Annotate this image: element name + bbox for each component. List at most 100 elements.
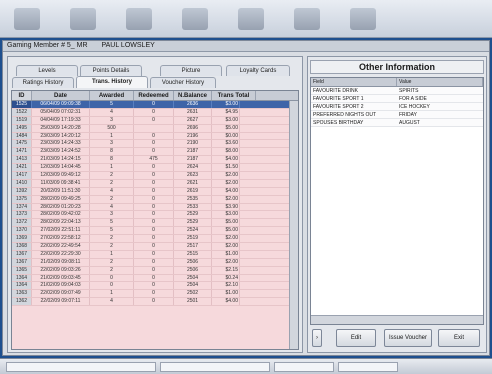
cell-date: 28/02/09 01:20:23 (32, 203, 90, 211)
cell-balance: 2504 (174, 282, 212, 290)
col-id[interactable]: ID (12, 91, 32, 100)
cell-id: 1484 (12, 132, 32, 140)
col-redeemed[interactable]: Redeemed (134, 91, 174, 100)
cell-redeemed: 0 (134, 172, 174, 179)
cell-date: 22/02/09 09:07:11 (32, 298, 90, 306)
cell-trans-total: $1.00 (212, 290, 240, 298)
cell-redeemed: 0 (134, 243, 174, 250)
other-info-horizontal-scrollbar[interactable] (311, 315, 483, 324)
cell-awarded: 4 (90, 298, 134, 306)
trans-history-grid[interactable]: ID Date Awarded Redeemed N.Balance Trans… (11, 90, 299, 350)
table-row[interactable]: 1471 23/03/09 14:24:52 8 0 2187 $8.00 (12, 148, 298, 157)
cell-redeemed: 0 (134, 235, 174, 243)
other-info-body: FAVOURITE DRINK SPIRITS FAVOURITE SPORT 1F… (311, 87, 483, 127)
list-item[interactable]: FAVOURITE SPORT 1 FOR A SIDE (311, 95, 483, 103)
table-row[interactable]: 1413 21/03/09 14:24:15 8 475 2187 $4.00 (12, 156, 298, 165)
tab-points-details[interactable]: Points Details (80, 65, 142, 76)
tab-trans-history[interactable]: Trans. History (76, 76, 148, 88)
toolbar-building-icon[interactable] (350, 7, 376, 30)
edit-button[interactable]: Edit (336, 329, 376, 347)
toolbar-hand-icon[interactable] (126, 7, 152, 30)
cell-awarded: 2 (90, 258, 134, 266)
cell-balance: 2187 (174, 156, 212, 164)
table-row[interactable]: 1392 20/02/09 11:51:30 4 0 2619 $4.00 (12, 187, 298, 196)
table-row[interactable]: 1417 12/03/09 09:49:12 2 0 2623 $2.00 (12, 172, 298, 180)
cell-trans-total: $3.60 (212, 140, 240, 148)
cell-redeemed: 0 (134, 132, 174, 140)
cell-trans-total: $2.10 (212, 282, 240, 290)
list-item[interactable]: SPOUSES BIRTHDAY AUGUST (311, 119, 483, 127)
table-row[interactable]: 1364 21/02/09 09:03:45 0 0 2504 $0.24 (12, 274, 298, 283)
table-row[interactable]: 1367 22/02/09 22:29:30 1 0 2515 $1.00 (12, 250, 298, 259)
table-row[interactable]: 1362 22/02/09 09:07:11 4 0 2501 $4.00 (12, 298, 298, 307)
table-row[interactable]: 1363 22/02/09 09:07:49 1 0 2502 $1.00 (12, 290, 298, 299)
cell-id: 1471 (12, 148, 32, 156)
table-row[interactable]: 1484 23/03/09 14:20:12 1 0 2196 $0.00 (12, 132, 298, 141)
issue-voucher-button[interactable]: Issue Voucher (384, 329, 432, 347)
table-row[interactable]: 1495 25/03/09 14:20:28 500 2696 $5.00 (12, 124, 298, 133)
window-titlebar: Gaming Member # 5_ MR PAUL LOWSLEY (3, 41, 489, 52)
field-value: FOR A SIDE (399, 96, 427, 102)
table-row[interactable]: 1364 21/02/09 09:04:03 0 0 2504 $2.10 (12, 282, 298, 291)
list-item[interactable]: FAVOURITE DRINK SPIRITS (311, 87, 483, 95)
col-trans-total[interactable]: Trans Total (212, 91, 256, 100)
cell-trans-total: $2.00 (212, 172, 240, 179)
table-row[interactable]: 1372 28/02/09 22:04:13 5 0 2529 $5.00 (12, 219, 298, 228)
grid-vertical-scrollbar[interactable] (289, 101, 298, 349)
table-row[interactable]: 1519 04/04/09 17:19:33 3 0 2627 $3.00 (12, 116, 298, 125)
col-awarded[interactable]: Awarded (90, 91, 134, 100)
tab-ratings-history[interactable]: Ratings History (12, 77, 74, 88)
cell-awarded: 0 (90, 282, 134, 290)
toolbar-plugin-icon[interactable] (182, 7, 208, 30)
col-field[interactable]: Field (311, 78, 397, 86)
toolbar-tools-icon[interactable] (70, 7, 96, 30)
cell-redeemed: 0 (134, 187, 174, 195)
table-row[interactable]: 1375 28/02/09 09:49:25 2 0 2535 $2.00 (12, 195, 298, 204)
table-row[interactable]: 1370 27/02/09 22:51:11 5 0 2524 $5.00 (12, 227, 298, 236)
tab-levels[interactable]: Levels (16, 65, 78, 76)
cell-redeemed: 0 (134, 140, 174, 148)
other-info-grid[interactable]: Field Value FAVOURITE DRINK SPIRITS FAVOUR… (310, 77, 484, 325)
cell-balance: 2506 (174, 258, 212, 266)
toolbar-settings-icon[interactable] (294, 7, 320, 30)
table-row[interactable]: 1369 27/02/09 22:58:12 2 0 2519 $2.00 (12, 235, 298, 244)
cell-trans-total: $2.00 (212, 179, 240, 187)
table-row[interactable]: 1368 22/02/09 22:49:54 2 0 2517 $2.00 (12, 243, 298, 251)
col-balance[interactable]: N.Balance (174, 91, 212, 100)
field-name: FAVOURITE SPORT 2 (313, 104, 364, 110)
table-row[interactable]: 1365 22/02/09 09:03:26 2 0 2506 $2.15 (12, 266, 298, 275)
cell-balance: 2533 (174, 203, 212, 211)
list-item[interactable]: PREFERRED NIGHTS OUT FRIDAY (311, 111, 483, 119)
toolbar-members-icon[interactable] (14, 7, 40, 30)
tab-loyalty-cards[interactable]: Loyalty Cards (226, 65, 290, 76)
cell-id: 1368 (12, 243, 32, 250)
table-row[interactable]: 1475 23/03/09 14:24:33 3 0 2190 $3.60 (12, 140, 298, 149)
cell-id: 1372 (12, 219, 32, 227)
exit-button[interactable]: Exit (438, 329, 480, 347)
table-row[interactable]: 1525 06/04/09 09:09:38 5 0 2636 $3.00 (12, 101, 298, 109)
tab-voucher-history[interactable]: Voucher History (150, 77, 216, 88)
col-date[interactable]: Date (32, 91, 90, 100)
cell-redeemed: 475 (134, 156, 174, 164)
col-value[interactable]: Value (397, 78, 483, 86)
field-value: ICE HOCKEY (399, 104, 430, 110)
table-row[interactable]: 1367 21/02/09 09:08:11 2 0 2506 $2.00 (12, 258, 298, 267)
table-row[interactable]: 1374 28/02/09 01:20:23 4 0 2533 $3.90 (12, 203, 298, 212)
tab-picture[interactable]: Picture (160, 65, 222, 76)
table-row[interactable]: 1373 28/02/09 09:42:02 3 0 2529 $3.00 (12, 211, 298, 220)
field-value: SPIRITS (399, 88, 419, 94)
table-row[interactable]: 1522 05/04/09 07:02:31 4 0 2631 $4.95 (12, 108, 298, 117)
field-name: FAVOURITE DRINK (313, 88, 358, 94)
toolbar-key-icon[interactable] (238, 7, 264, 30)
cell-trans-total: $2.15 (212, 266, 240, 274)
cell-date: 22/02/09 22:49:54 (32, 243, 90, 250)
expand-arrow-button[interactable]: › (312, 329, 322, 347)
list-item[interactable]: FAVOURITE SPORT 2 ICE HOCKEY (311, 103, 483, 111)
cell-balance: 2624 (174, 164, 212, 172)
status-cell-1 (6, 362, 156, 372)
table-row[interactable]: 1421 12/03/09 14:04:45 1 0 2624 $1.50 (12, 164, 298, 173)
table-row[interactable]: 1410 11/03/09 09:38:41 2 0 2621 $2.00 (12, 179, 298, 188)
cell-awarded: 2 (90, 195, 134, 203)
grid-body: 1525 06/04/09 09:09:38 5 0 2636 $3.00 1522 05/0… (12, 101, 298, 307)
cell-awarded: 1 (90, 250, 134, 258)
